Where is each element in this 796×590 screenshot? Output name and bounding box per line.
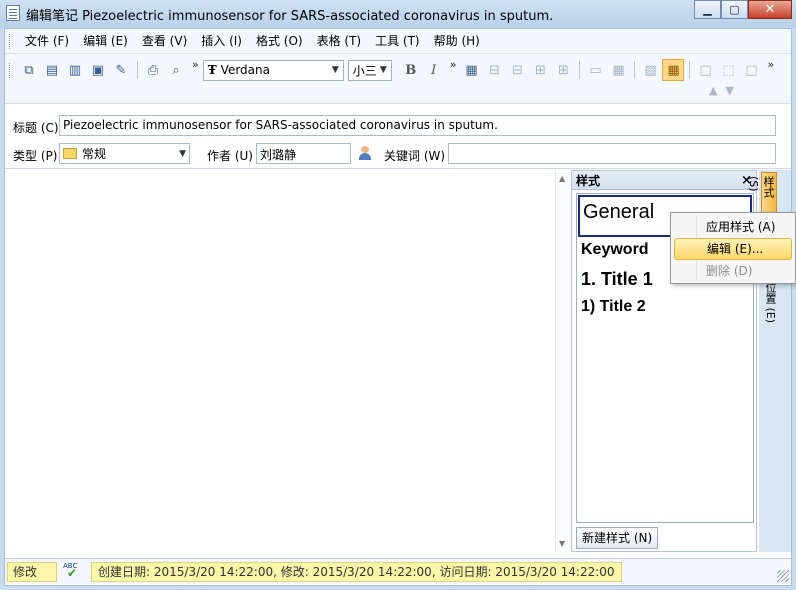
note-body-editor[interactable] [5, 170, 569, 552]
style-title-2[interactable]: 1) Title 2 [581, 298, 646, 316]
status-mode: 修改 [7, 561, 57, 582]
bold-button[interactable]: B [400, 59, 422, 81]
type-value: 常规 [82, 147, 107, 161]
menu-file[interactable]: 文件 (F) [18, 31, 76, 51]
toolbar-separator [579, 61, 581, 79]
menu-item-delete-style[interactable]: 删除 (D) [674, 260, 792, 282]
keyword-input[interactable] [448, 143, 776, 164]
font-select[interactable]: Ŧ Verdana ▼ [202, 59, 344, 81]
menu-insert[interactable]: 插入 (I) [194, 31, 249, 51]
status-bar: 修改 ABC ✔ 创建日期: 2015/3/20 14:22:00, 修改: 2… [5, 558, 791, 584]
title-input[interactable]: Piezoelectric immunosensor for SARS-asso… [59, 115, 776, 136]
insert-table-icon[interactable]: ▦ [460, 59, 482, 81]
border-box-icon[interactable]: □ [694, 59, 716, 81]
style-panel-title: 样式 [576, 173, 601, 188]
author-input[interactable]: 刘璐静 [256, 143, 351, 164]
save-icon[interactable]: ▤ [41, 59, 63, 81]
chevron-down-icon: ▼ [179, 148, 186, 159]
folder-icon [63, 148, 77, 159]
editor-window: 文件 (F) 编辑 (E) 查看 (V) 插入 (I) 格式 (O) 表格 (T… [4, 28, 792, 586]
toolbar-overflow-1[interactable]: » [192, 58, 199, 71]
chevron-down-icon: ▼ [379, 65, 387, 75]
border-outline-icon[interactable]: □ [740, 59, 762, 81]
title-label: 标题 (C) [13, 121, 59, 135]
font-size-value: 小三 [352, 63, 377, 78]
pin-icon[interactable]: ✎ [110, 59, 132, 81]
menu-help[interactable]: 帮助 (H) [427, 31, 487, 51]
chevron-down-icon: ▼ [331, 65, 339, 75]
delete-column-icon[interactable]: ⊞ [552, 59, 574, 81]
font-size-select[interactable]: 小三 ▼ [347, 59, 392, 81]
author-label: 作者 (U) [207, 149, 253, 163]
toolbar-overflow-3[interactable]: » [767, 58, 774, 71]
table-grid-icon[interactable]: ▦ [662, 59, 685, 81]
window-title: 编辑笔记 Piezoelectric immunosensor for SARS… [26, 9, 554, 24]
tab-styles[interactable]: 样式 (S) [747, 172, 777, 216]
checkmark-icon: ✔ [67, 565, 78, 580]
type-select[interactable]: 常规 ▼ [59, 143, 190, 164]
menu-bar: 文件 (F) 编辑 (E) 查看 (V) 插入 (I) 格式 (O) 表格 (T… [5, 29, 791, 54]
note-app-icon [6, 5, 20, 21]
table-properties-icon[interactable]: ▨ [639, 59, 661, 81]
keyword-label: 关键词 (W) [384, 149, 446, 163]
select-author-icon[interactable] [358, 146, 372, 160]
style-title-1[interactable]: 1. Title 1 [581, 269, 653, 290]
editor-scrollbar[interactable]: ▲ ▼ [555, 170, 569, 552]
font-icon: Ŧ [207, 63, 217, 77]
toolbar-row: ⧉ ▤ ▥ ▣ ✎ ⎙ ⌕ » Ŧ Verdana ▼ 小三 ▼ B I » ▦… [9, 58, 778, 82]
toolbar-row-2: ▲ ▼ [709, 84, 734, 97]
insert-column-icon[interactable]: ⊞ [529, 59, 551, 81]
menu-tools[interactable]: 工具 (T) [368, 31, 427, 51]
menu-format[interactable]: 格式 (O) [249, 31, 310, 51]
toolbar-grip[interactable] [9, 62, 12, 78]
save-close-icon[interactable]: ▣ [87, 59, 109, 81]
print-preview-icon[interactable]: ⌕ [165, 59, 187, 81]
font-value: Verdana [220, 63, 270, 77]
maximize-icon: ▢ [729, 3, 740, 16]
style-panel-header: 样式 × [572, 171, 756, 190]
tab-position[interactable]: 位置 (E) [762, 282, 778, 323]
close-icon: ✕ [764, 2, 776, 17]
menu-table[interactable]: 表格 (T) [310, 31, 369, 51]
menubar-grip[interactable] [9, 33, 12, 49]
italic-button[interactable]: I [423, 59, 445, 81]
toolbar-separator [634, 61, 636, 79]
title-bar[interactable]: 编辑笔记 Piezoelectric immunosensor for SARS… [0, 0, 796, 28]
save-all-icon[interactable]: ▥ [64, 59, 86, 81]
style-context-menu: 应用样式 (A) 编辑 (E)... 删除 (D) [670, 212, 796, 284]
merge-cells-icon[interactable]: ▭ [584, 59, 606, 81]
split-cells-icon[interactable]: ▦ [607, 59, 629, 81]
border-none-icon[interactable]: ⬚ [717, 59, 739, 81]
scroll-down-icon[interactable]: ▼ [559, 539, 565, 548]
move-down-icon[interactable]: ▼ [725, 84, 733, 97]
note-properties: 标题 (C) Piezoelectric immunosensor for SA… [5, 105, 791, 169]
print-icon[interactable]: ⎙ [142, 59, 164, 81]
delete-row-icon[interactable]: ⊟ [506, 59, 528, 81]
toolbar-separator [137, 61, 138, 79]
window-controls: ▁ ▢ ✕ [694, 0, 792, 19]
move-up-icon[interactable]: ▲ [709, 84, 717, 97]
maximize-button[interactable]: ▢ [721, 0, 748, 19]
toolbar: ⧉ ▤ ▥ ▣ ✎ ⎙ ⌕ » Ŧ Verdana ▼ 小三 ▼ B I » ▦… [5, 54, 791, 104]
status-dates: 创建日期: 2015/3/20 14:22:00, 修改: 2015/3/20 … [91, 561, 622, 582]
scroll-up-icon[interactable]: ▲ [559, 174, 565, 183]
menu-edit[interactable]: 编辑 (E) [76, 31, 135, 51]
minimize-icon: ▁ [703, 3, 712, 16]
type-label: 类型 (P) [13, 149, 58, 163]
spell-check-icon[interactable]: ABC ✔ [63, 562, 85, 582]
minimize-button[interactable]: ▁ [694, 0, 721, 19]
toolbar-overflow-2[interactable]: » [450, 58, 457, 71]
new-style-button[interactable]: 新建样式 (N) [576, 527, 659, 549]
toolbar-separator [689, 61, 691, 79]
close-button[interactable]: ✕ [748, 0, 792, 19]
copy-note-icon[interactable]: ⧉ [18, 59, 40, 81]
menu-item-apply-style[interactable]: 应用样式 (A) [674, 216, 792, 238]
menu-item-edit-style[interactable]: 编辑 (E)... [674, 238, 792, 260]
resize-grip[interactable] [777, 570, 789, 582]
style-keyword[interactable]: Keyword [581, 241, 649, 259]
insert-row-icon[interactable]: ⊟ [483, 59, 505, 81]
menu-view[interactable]: 查看 (V) [135, 31, 194, 51]
